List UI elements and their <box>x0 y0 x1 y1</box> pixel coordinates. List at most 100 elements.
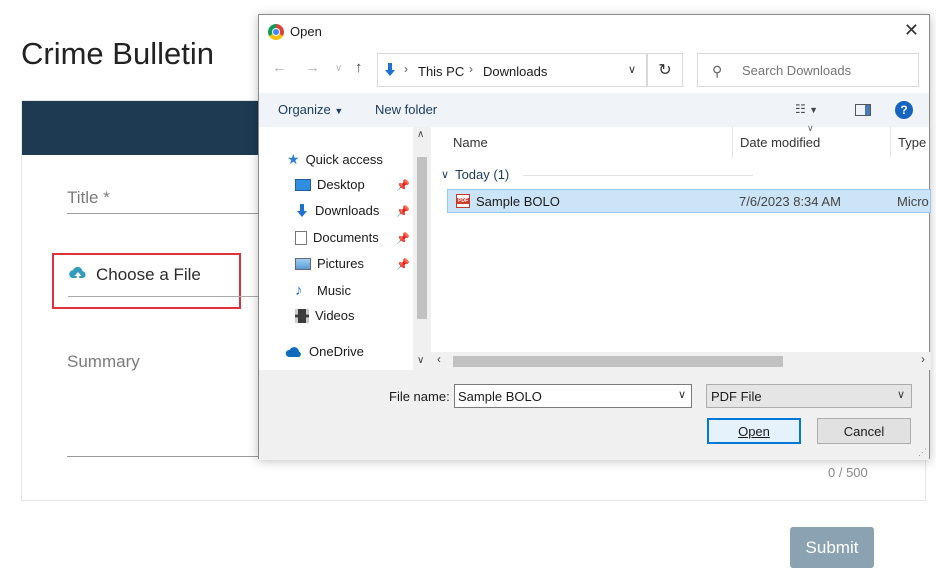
horizontal-scrollbar[interactable]: ‹ › <box>431 352 931 370</box>
column-header-name[interactable]: Name <box>453 135 488 150</box>
file-type-select[interactable]: PDF File ∨ <box>706 384 912 408</box>
scroll-up-chevron-icon[interactable]: ∧ <box>417 129 424 140</box>
pin-icon: 📌 <box>396 180 410 192</box>
breadcrumb-this-pc[interactable]: This PC <box>418 64 464 79</box>
address-row: ← → ∨ ↑ › This PC › Downloads ∨ ↻ ⚲ <box>259 51 929 89</box>
desktop-icon <box>295 178 311 191</box>
film-icon <box>295 308 309 323</box>
pin-icon: 📌 <box>396 206 410 218</box>
chevron-down-icon: ∨ <box>896 389 905 401</box>
nav-item-label: Pictures <box>317 256 364 271</box>
scrollbar-thumb[interactable] <box>417 157 427 319</box>
navigation-pane: ★ Quick access Desktop 📌 Downloads 📌 Doc… <box>259 127 431 370</box>
breadcrumb-downloads[interactable]: Downloads <box>483 64 547 79</box>
search-input[interactable] <box>742 63 912 78</box>
cloud-upload-icon <box>69 267 86 281</box>
organize-label: Organize <box>278 102 331 117</box>
column-header-type[interactable]: Type <box>898 135 926 150</box>
file-name-field[interactable]: Sample BOLO ∨ <box>454 384 692 408</box>
column-separator[interactable] <box>890 127 891 157</box>
summary-field-label: Summary <box>67 352 140 371</box>
choose-file-label: Choose a File <box>96 265 201 284</box>
file-type: Micro <box>897 194 929 209</box>
nav-item-label: OneDrive <box>309 344 364 359</box>
group-header-today[interactable]: ∨ Today (1) <box>441 167 509 182</box>
nav-item-videos[interactable]: Videos <box>295 308 355 323</box>
column-header-date-modified[interactable]: Date modified <box>740 135 820 150</box>
file-name-label: File name: <box>389 389 450 404</box>
nav-item-label: Documents <box>313 230 379 245</box>
star-icon: ★ <box>287 151 300 167</box>
title-field-label: Title * <box>67 188 110 207</box>
chevron-down-icon[interactable]: ∨ <box>678 388 686 401</box>
choose-file-button[interactable]: Choose a File <box>68 265 201 285</box>
pdf-file-icon <box>456 194 470 208</box>
pin-icon: 📌 <box>396 233 410 245</box>
open-button[interactable]: Open <box>707 418 801 444</box>
search-box[interactable]: ⚲ <box>697 53 919 87</box>
address-bar[interactable]: › This PC › Downloads ∨ <box>377 53 647 87</box>
group-label: Today (1) <box>455 167 510 182</box>
nav-item-onedrive[interactable]: OneDrive <box>285 344 364 359</box>
cloud-icon <box>285 346 301 357</box>
cancel-button[interactable]: Cancel <box>817 418 911 444</box>
scroll-left-chevron-icon[interactable]: ‹ <box>437 352 441 366</box>
dialog-title: Open <box>290 24 322 39</box>
sort-chevron-icon: ∨ <box>807 123 814 133</box>
nav-item-pictures[interactable]: Pictures <box>295 256 364 271</box>
refresh-icon[interactable]: ↻ <box>647 53 683 87</box>
pin-icon: 📌 <box>396 259 410 271</box>
scrollbar-thumb[interactable] <box>453 356 783 367</box>
open-label: Open <box>738 423 770 439</box>
file-list-pane: Name ∨ Date modified Type ∨ Today (1) Sa… <box>431 123 931 370</box>
file-name: Sample BOLO <box>476 194 560 209</box>
back-arrow-icon[interactable]: ← <box>272 59 287 76</box>
page-title: Crime Bulletin <box>21 36 214 71</box>
nav-item-label: Downloads <box>315 203 380 218</box>
nav-item-label: Desktop <box>317 177 365 192</box>
nav-pane-scrollbar[interactable]: ∧ ∨ <box>413 127 431 370</box>
resize-grip-icon[interactable]: ⋰ <box>918 447 927 458</box>
chevron-down-icon: ∨ <box>441 169 450 181</box>
organize-menu[interactable]: Organize ▼ <box>278 102 343 117</box>
up-arrow-icon[interactable]: ↑ <box>355 59 363 76</box>
recent-locations-chevron-icon[interactable]: ∨ <box>335 63 342 74</box>
help-icon[interactable]: ? <box>895 101 913 119</box>
address-dropdown-chevron-icon[interactable]: ∨ <box>628 63 636 76</box>
nav-item-label: Music <box>317 283 351 298</box>
title-field-underline[interactable] <box>67 213 267 214</box>
preview-pane-icon[interactable] <box>855 104 871 116</box>
dialog-titlebar[interactable]: Open ✕ <box>259 15 929 47</box>
close-icon[interactable]: ✕ <box>904 20 919 41</box>
document-icon <box>295 230 307 245</box>
nav-item-label: Videos <box>315 308 355 323</box>
file-row[interactable]: Sample BOLO 7/6/2023 8:34 AM Micro <box>447 189 931 213</box>
download-arrow-icon <box>385 63 395 76</box>
summary-field-underline[interactable] <box>67 456 267 457</box>
search-icon: ⚲ <box>712 63 723 79</box>
breadcrumb-separator-icon: › <box>404 62 408 76</box>
nav-item-documents[interactable]: Documents <box>295 230 379 245</box>
nav-item-desktop[interactable]: Desktop <box>295 177 365 192</box>
scroll-down-chevron-icon[interactable]: ∨ <box>417 355 424 366</box>
breadcrumb-separator-icon: › <box>469 62 473 76</box>
file-name-value: Sample BOLO <box>458 389 542 404</box>
char-counter: 0 / 500 <box>828 465 868 480</box>
choose-file-underline <box>68 296 258 297</box>
download-arrow-icon <box>297 203 307 217</box>
open-file-dialog: Open ✕ ← → ∨ ↑ › This PC › Downloads ∨ ↻… <box>258 14 931 460</box>
file-date-modified: 7/6/2023 8:34 AM <box>739 194 841 209</box>
pictures-icon <box>295 257 311 270</box>
column-separator[interactable] <box>732 127 733 157</box>
scroll-right-chevron-icon[interactable]: › <box>921 352 925 366</box>
nav-item-downloads[interactable]: Downloads <box>295 203 379 218</box>
nav-item-music[interactable]: ♪ Music <box>295 282 351 299</box>
view-options-icon[interactable]: ☷ ▼ <box>795 102 818 116</box>
submit-button[interactable]: Submit <box>790 527 874 568</box>
dialog-toolbar: Organize ▼ New folder ☷ ▼ ? <box>259 93 929 127</box>
new-folder-button[interactable]: New folder <box>375 102 437 117</box>
caret-down-icon: ▼ <box>334 106 344 116</box>
forward-arrow-icon[interactable]: → <box>305 59 320 76</box>
nav-item-quick-access[interactable]: ★ Quick access <box>287 151 383 168</box>
chrome-icon <box>268 24 284 40</box>
